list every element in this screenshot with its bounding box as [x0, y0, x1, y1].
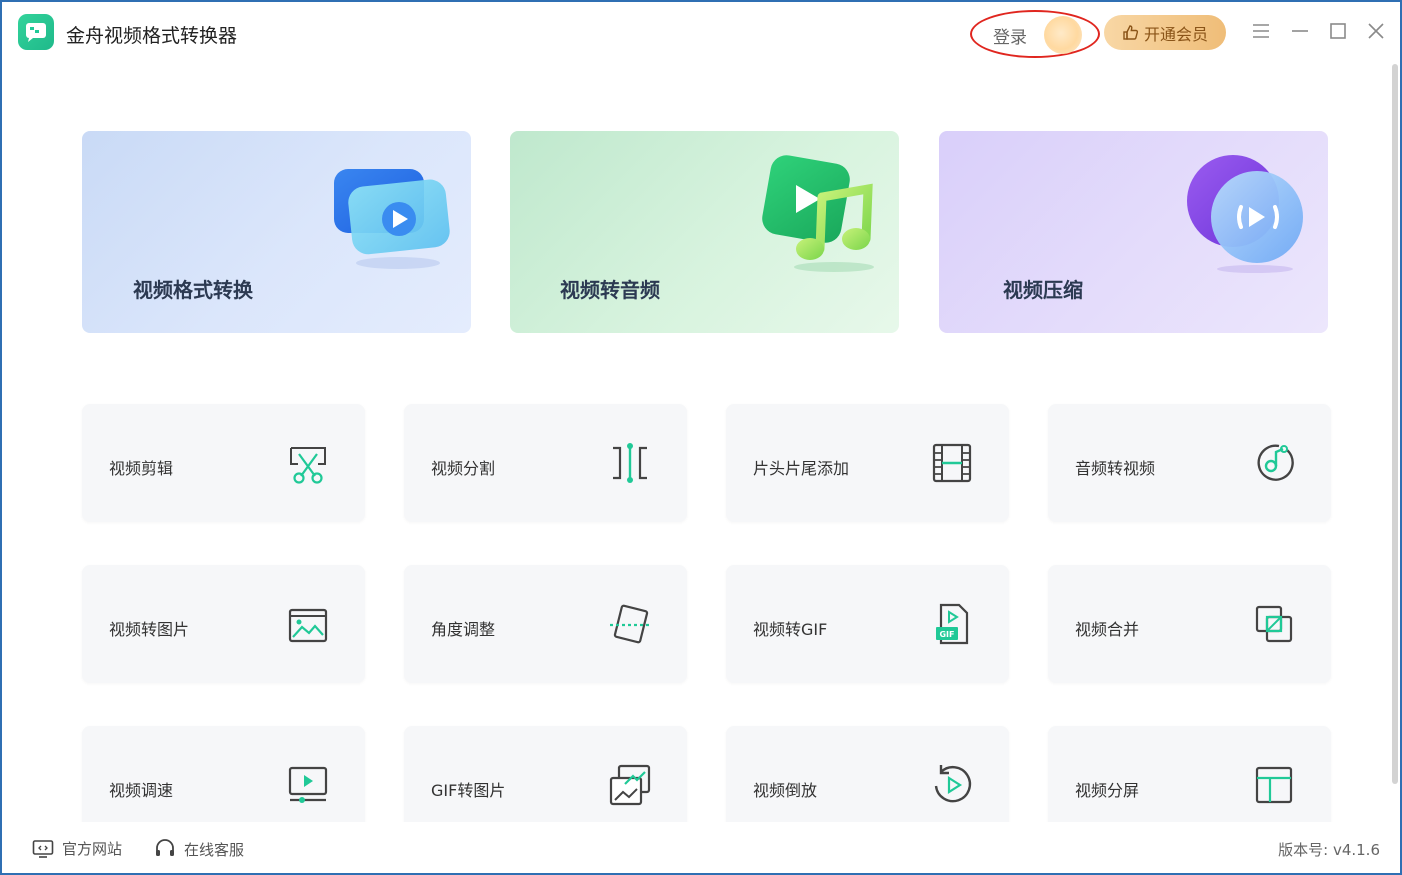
main-content: 视频格式转换 视频转音频 视频压缩 视频剪辑 视频分割 片头片尾添加 音频转视频… — [2, 2, 1400, 822]
tool-label: 音频转视频 — [1075, 459, 1156, 478]
image-icon — [285, 601, 331, 647]
split-icon — [607, 440, 653, 486]
tool-tile-video-to-gif[interactable]: 视频转GIF GIF — [726, 565, 1009, 683]
headset-icon — [156, 839, 174, 856]
gif-file-icon: GIF — [929, 601, 975, 647]
tool-tile-video-split-screen[interactable]: 视频分屏 — [1048, 726, 1331, 822]
app-window: 金舟视频格式转换器 登录 开通会员 视频格式转换 视频转音频 视频压缩 视频剪辑… — [0, 0, 1402, 875]
tool-tile-video-split[interactable]: 视频分割 — [404, 404, 687, 522]
tool-label: 视频转GIF — [753, 620, 828, 639]
tool-tile-video-speed[interactable]: 视频调速 — [82, 726, 365, 822]
split-screen-icon — [1251, 762, 1297, 808]
tool-tile-angle-adjust[interactable]: 角度调整 — [404, 565, 687, 683]
monitor-icon — [32, 839, 54, 858]
reverse-play-icon — [929, 762, 975, 808]
tool-tile-audio-to-video[interactable]: 音频转视频 — [1048, 404, 1331, 522]
film-icon — [929, 440, 975, 486]
compress-icon — [1183, 153, 1313, 277]
tool-tile-video-to-image[interactable]: 视频转图片 — [82, 565, 365, 683]
footer: 官方网站 在线客服 版本号: v4.1.6 — [2, 824, 1400, 873]
music-disc-icon — [1251, 440, 1297, 486]
music-note-icon — [756, 153, 886, 277]
tool-label: 视频倒放 — [753, 781, 818, 800]
tool-tile-intro-outro[interactable]: 片头片尾添加 — [726, 404, 1009, 522]
tool-tile-video-edit[interactable]: 视频剪辑 — [82, 404, 365, 522]
merge-icon — [1251, 601, 1297, 647]
online-support-link[interactable]: 在线客服 — [154, 838, 244, 860]
version-label: 版本号: v4.1.6 — [1278, 841, 1380, 859]
scrollbar[interactable] — [1392, 64, 1398, 784]
tool-label: 视频分屏 — [1075, 781, 1140, 800]
official-website-link[interactable]: 官方网站 — [32, 838, 122, 859]
tool-label: 角度调整 — [431, 620, 496, 639]
tool-label: 视频调速 — [109, 781, 174, 800]
tool-label: 视频转图片 — [109, 620, 190, 639]
tool-tile-gif-to-image[interactable]: GIF转图片 — [404, 726, 687, 822]
video-play-icon — [328, 161, 458, 275]
scissors-icon — [285, 440, 331, 486]
rotate-angle-icon — [607, 601, 653, 647]
tool-tile-video-reverse[interactable]: 视频倒放 — [726, 726, 1009, 822]
tool-tile-video-merge[interactable]: 视频合并 — [1048, 565, 1331, 683]
online-support-label: 在线客服 — [184, 840, 245, 859]
gif-to-image-icon — [607, 762, 653, 808]
svg-text:GIF: GIF — [939, 630, 954, 639]
speed-screen-icon — [285, 762, 331, 808]
feature-card-compress[interactable]: 视频压缩 — [939, 131, 1328, 333]
feature-label: 视频压缩 — [1003, 278, 1083, 302]
tool-label: 片头片尾添加 — [753, 459, 850, 478]
feature-label: 视频转音频 — [560, 278, 660, 302]
feature-card-format-convert[interactable]: 视频格式转换 — [82, 131, 471, 333]
official-website-label: 官方网站 — [62, 840, 123, 858]
tool-label: 视频分割 — [431, 459, 496, 478]
tool-label: 视频剪辑 — [109, 459, 174, 478]
feature-label: 视频格式转换 — [133, 278, 253, 302]
tool-label: 视频合并 — [1075, 620, 1140, 639]
feature-card-video-to-audio[interactable]: 视频转音频 — [510, 131, 899, 333]
tool-label: GIF转图片 — [431, 781, 506, 800]
